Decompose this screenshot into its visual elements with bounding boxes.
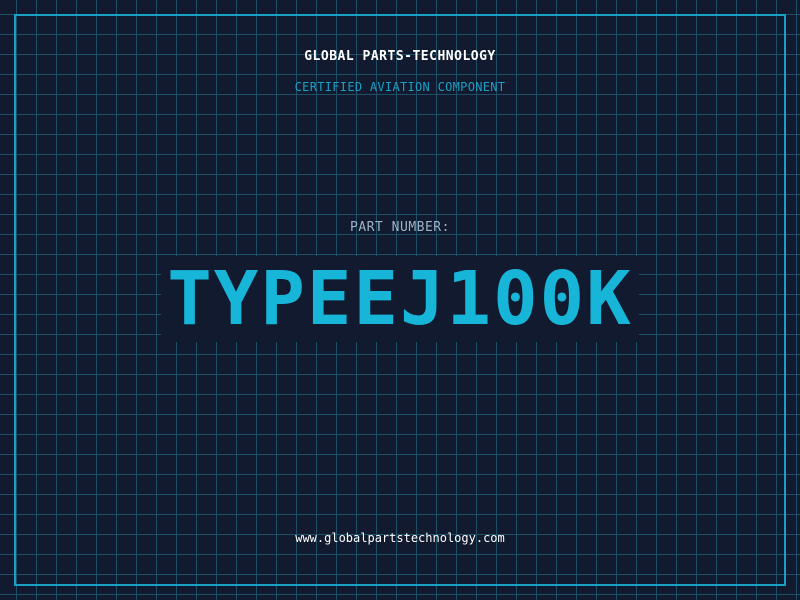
part-number-label: PART NUMBER: [350,220,450,235]
brand-title: GLOBAL PARTS-TECHNOLOGY [304,49,496,64]
website-link[interactable]: www.globalpartstechnology.com [0,531,800,545]
tagline: CERTIFIED AVIATION COMPONENT [294,80,506,94]
part-number-value: TYPEEJ100K [161,256,639,342]
part-number-container: TYPEEJ100K [0,256,800,342]
